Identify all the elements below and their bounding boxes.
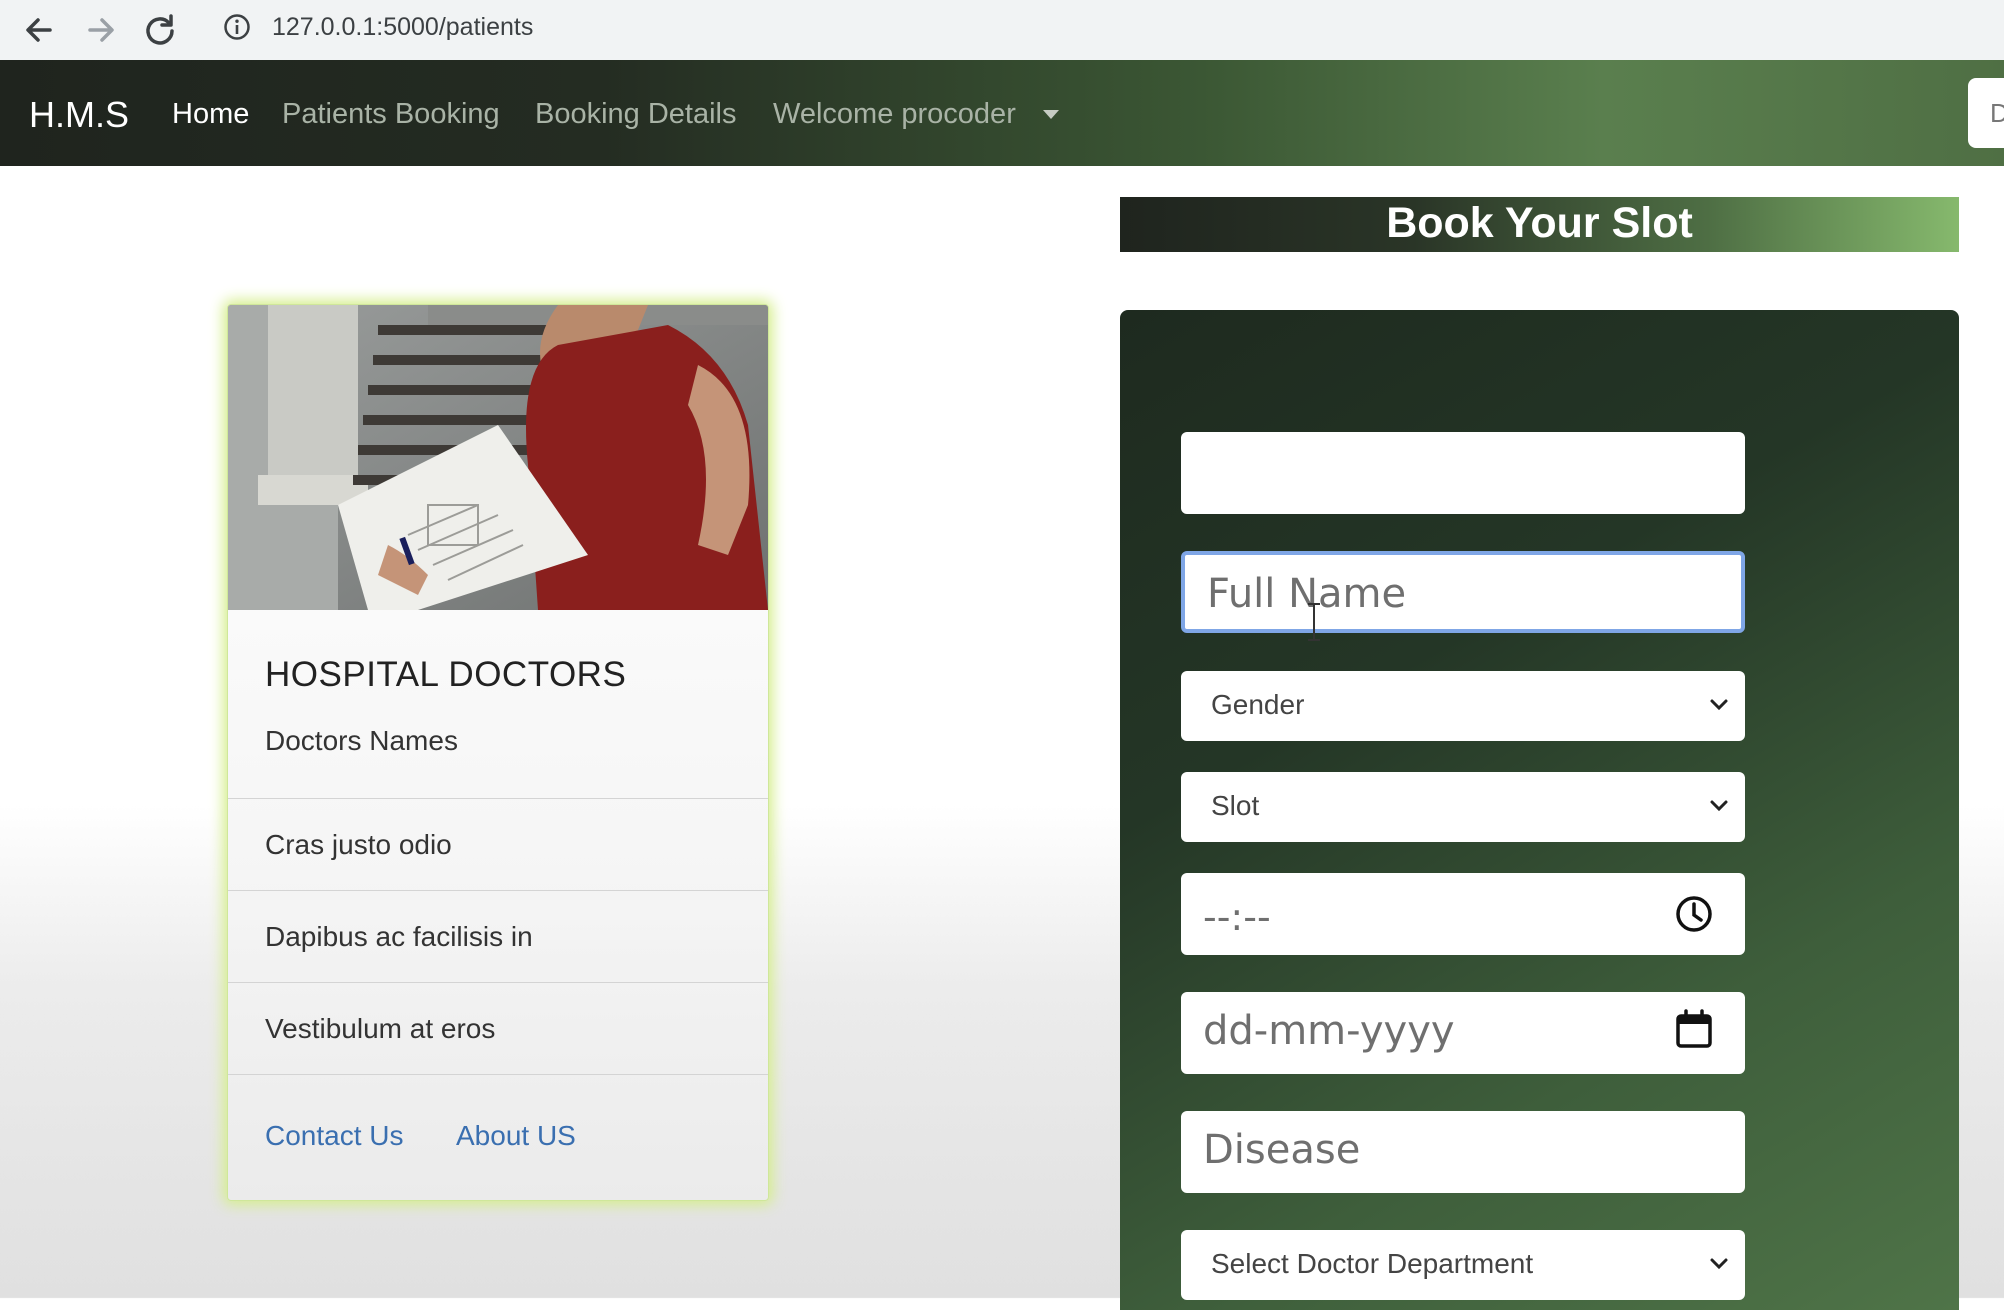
nav-patients-booking[interactable]: Patients Booking xyxy=(282,98,500,131)
address-bar[interactable]: 127.0.0.1:5000/patients xyxy=(200,4,1990,50)
text-cursor-icon xyxy=(1308,603,1320,641)
date-input[interactable]: dd-mm-yyyy xyxy=(1181,992,1745,1074)
navbar-right-button-label: D xyxy=(1990,98,2004,128)
dropdown-caret-icon[interactable] xyxy=(1043,110,1059,119)
time-placeholder: --:-- xyxy=(1203,895,1271,939)
email-input[interactable] xyxy=(1181,432,1745,514)
contact-us-link[interactable]: Contact Us xyxy=(265,1120,404,1152)
brand-logo[interactable]: H.M.S xyxy=(29,94,129,136)
date-placeholder: dd-mm-yyyy xyxy=(1203,1008,1455,1054)
chevron-down-icon xyxy=(1710,1258,1728,1270)
doctor-photo xyxy=(228,305,768,610)
url-text: 127.0.0.1:5000/patients xyxy=(272,12,534,41)
gender-select-value: Gender xyxy=(1211,689,1305,720)
nav-booking-details[interactable]: Booking Details xyxy=(535,98,737,131)
list-item-label: Dapibus ac facilisis in xyxy=(265,921,533,952)
doctor-department-value: Select Doctor Department xyxy=(1211,1248,1534,1279)
list-item-label: Vestibulum at eros xyxy=(265,1013,496,1044)
info-icon[interactable] xyxy=(222,12,252,42)
list-item-label: Cras justo odio xyxy=(265,829,452,860)
time-input[interactable]: --:-- xyxy=(1181,873,1745,955)
clock-icon[interactable] xyxy=(1673,893,1715,935)
disease-input[interactable]: Disease xyxy=(1181,1111,1745,1193)
forward-icon[interactable] xyxy=(76,6,124,54)
back-icon[interactable] xyxy=(16,6,64,54)
slot-select-value: Slot xyxy=(1211,790,1260,821)
doctor-department-select[interactable]: Select Doctor Department xyxy=(1181,1230,1745,1300)
chevron-down-icon xyxy=(1710,800,1728,812)
list-item: Cras justo odio xyxy=(228,798,768,890)
booking-title: Book Your Slot xyxy=(1386,199,1693,247)
card-subtitle: Doctors Names xyxy=(265,725,458,756)
top-navbar: H.M.S Home Patients Booking Booking Deta… xyxy=(0,60,2004,166)
calendar-icon[interactable] xyxy=(1673,1008,1715,1050)
booking-header: Book Your Slot xyxy=(1120,197,1959,252)
doctors-card: HOSPITAL DOCTORS Doctors Names Cras just… xyxy=(227,304,769,1201)
list-item: Dapibus ac facilisis in xyxy=(228,890,768,982)
browser-toolbar: 127.0.0.1:5000/patients xyxy=(0,0,2004,61)
about-us-link[interactable]: About US xyxy=(456,1120,576,1152)
nav-user-dropdown[interactable]: Welcome procoder xyxy=(773,98,1016,131)
gender-select[interactable]: Gender xyxy=(1181,671,1745,741)
list-item: Vestibulum at eros xyxy=(228,982,768,1074)
full-name-input[interactable]: Full Name xyxy=(1181,551,1745,633)
card-footer: Contact Us About US xyxy=(228,1074,768,1200)
reload-icon[interactable] xyxy=(136,6,184,54)
slot-select[interactable]: Slot xyxy=(1181,772,1745,842)
chevron-down-icon xyxy=(1710,699,1728,711)
card-title: HOSPITAL DOCTORS xyxy=(265,655,627,694)
navbar-right-button[interactable]: D xyxy=(1968,78,2004,148)
nav-home[interactable]: Home xyxy=(172,98,249,131)
disease-placeholder: Disease xyxy=(1203,1127,1361,1173)
